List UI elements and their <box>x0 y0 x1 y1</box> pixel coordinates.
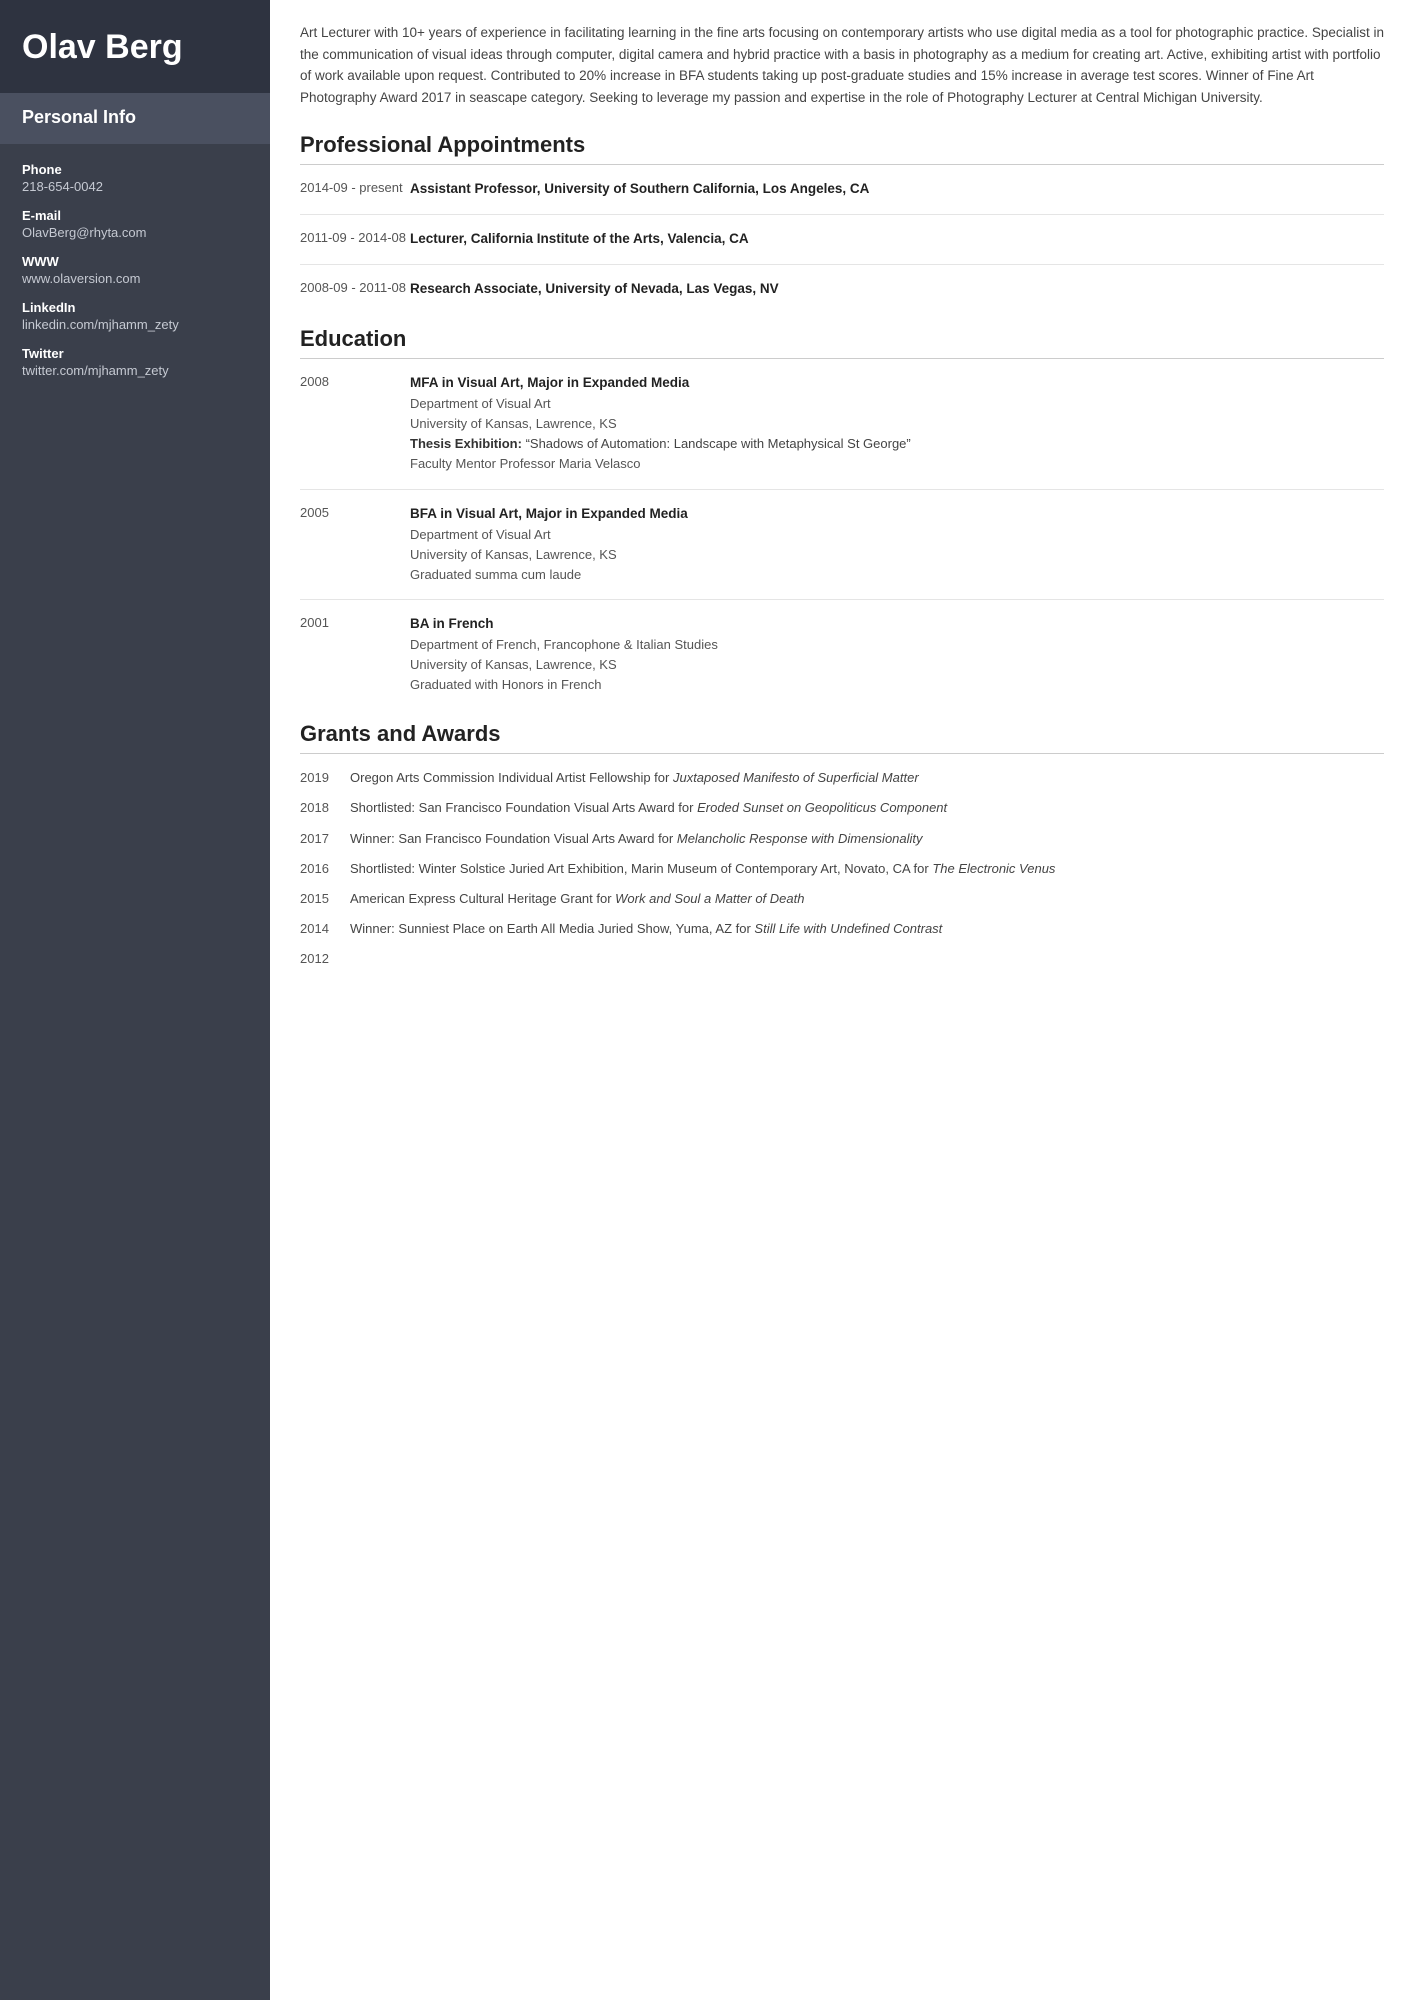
entry-date: 2014-09 - present <box>300 179 410 200</box>
grant-entry: 2018Shortlisted: San Francisco Foundatio… <box>300 798 1384 818</box>
entry-date: 2011-09 - 2014-08 <box>300 229 410 250</box>
entry-date: 2001 <box>300 614 410 695</box>
entry-detail: University of Kansas, Lawrence, KS <box>410 545 1384 565</box>
entry-date: 2008 <box>300 373 410 474</box>
sidebar-field-www: WWW www.olaversion.com <box>22 254 248 286</box>
entry-body: BA in FrenchDepartment of French, Franco… <box>410 614 1384 695</box>
entry-detail: University of Kansas, Lawrence, KS <box>410 414 1384 434</box>
entry-detail: Graduated summa cum laude <box>410 565 1384 585</box>
appointments-title: Professional Appointments <box>300 132 1384 165</box>
grant-year: 2015 <box>300 889 350 909</box>
grant-year: 2014 <box>300 919 350 939</box>
grant-entry: 2014Winner: Sunniest Place on Earth All … <box>300 919 1384 939</box>
field-label: Twitter <box>22 346 248 361</box>
entry-date: 2005 <box>300 504 410 585</box>
candidate-name: Olav Berg <box>22 28 248 67</box>
entry-body: BFA in Visual Art, Major in Expanded Med… <box>410 504 1384 585</box>
appointments-section: Professional Appointments 2014-09 - pres… <box>300 132 1384 300</box>
grant-year: 2012 <box>300 949 350 969</box>
grant-entry: 2017Winner: San Francisco Foundation Vis… <box>300 829 1384 849</box>
education-section: Education 2008MFA in Visual Art, Major i… <box>300 326 1384 695</box>
grant-year: 2017 <box>300 829 350 849</box>
entry-degree-title: BA in French <box>410 614 1384 635</box>
education-entry: 2008MFA in Visual Art, Major in Expanded… <box>300 373 1384 489</box>
education-list: 2008MFA in Visual Art, Major in Expanded… <box>300 373 1384 695</box>
grant-year: 2018 <box>300 798 350 818</box>
grant-year: 2019 <box>300 768 350 788</box>
summary-text: Art Lecturer with 10+ years of experienc… <box>300 22 1384 108</box>
field-label: Phone <box>22 162 248 177</box>
sidebar: Olav Berg Personal Info Phone 218-654-004… <box>0 0 270 2000</box>
entry-detail: University of Kansas, Lawrence, KS <box>410 655 1384 675</box>
sidebar-fields: Phone 218-654-0042 E-mail OlavBerg@rhyta.co… <box>0 144 270 410</box>
field-label: WWW <box>22 254 248 269</box>
grant-entry: 2016Shortlisted: Winter Solstice Juried … <box>300 859 1384 879</box>
sidebar-field-e-mail: E-mail OlavBerg@rhyta.com <box>22 208 248 240</box>
education-entry: 2005BFA in Visual Art, Major in Expanded… <box>300 504 1384 600</box>
appointment-entry: 2008-09 - 2011-08Research Associate, Uni… <box>300 279 1384 300</box>
sidebar-field-linkedin: LinkedIn linkedin.com/mjhamm_zety <box>22 300 248 332</box>
field-label: LinkedIn <box>22 300 248 315</box>
sidebar-field-twitter: Twitter twitter.com/mjhamm_zety <box>22 346 248 378</box>
education-title: Education <box>300 326 1384 359</box>
entry-title: Research Associate, University of Nevada… <box>410 279 1384 300</box>
grant-body: Oregon Arts Commission Individual Artist… <box>350 768 1384 788</box>
grants-title: Grants and Awards <box>300 721 1384 754</box>
grant-year: 2016 <box>300 859 350 879</box>
grants-list: 2019Oregon Arts Commission Individual Ar… <box>300 768 1384 969</box>
appointment-entry: 2014-09 - presentAssistant Professor, Un… <box>300 179 1384 215</box>
entry-detail: Faculty Mentor Professor Maria Velasco <box>410 454 1384 474</box>
field-value: linkedin.com/mjhamm_zety <box>22 317 248 332</box>
entry-detail: Department of Visual Art <box>410 525 1384 545</box>
education-entry: 2001BA in FrenchDepartment of French, Fr… <box>300 614 1384 695</box>
appointments-list: 2014-09 - presentAssistant Professor, Un… <box>300 179 1384 300</box>
personal-info-title: Personal Info <box>22 107 248 128</box>
entry-detail: Graduated with Honors in French <box>410 675 1384 695</box>
grant-body: Shortlisted: San Francisco Foundation Vi… <box>350 798 1384 818</box>
grant-body: Shortlisted: Winter Solstice Juried Art … <box>350 859 1384 879</box>
main-content: Art Lecturer with 10+ years of experienc… <box>270 0 1414 2000</box>
entry-detail: Thesis Exhibition: “Shadows of Automatio… <box>410 434 1384 454</box>
personal-info-header: Personal Info <box>0 93 270 144</box>
field-value: twitter.com/mjhamm_zety <box>22 363 248 378</box>
entry-body: MFA in Visual Art, Major in Expanded Med… <box>410 373 1384 474</box>
sidebar-field-phone: Phone 218-654-0042 <box>22 162 248 194</box>
grant-body: Winner: Sunniest Place on Earth All Medi… <box>350 919 1384 939</box>
field-value: 218-654-0042 <box>22 179 248 194</box>
entry-degree-title: BFA in Visual Art, Major in Expanded Med… <box>410 504 1384 525</box>
grant-entry: 2015American Express Cultural Heritage G… <box>300 889 1384 909</box>
field-label: E-mail <box>22 208 248 223</box>
entry-detail: Department of Visual Art <box>410 394 1384 414</box>
entry-body: Research Associate, University of Nevada… <box>410 279 1384 300</box>
entry-degree-title: MFA in Visual Art, Major in Expanded Med… <box>410 373 1384 394</box>
entry-title: Lecturer, California Institute of the Ar… <box>410 229 1384 250</box>
field-value: www.olaversion.com <box>22 271 248 286</box>
field-value: OlavBerg@rhyta.com <box>22 225 248 240</box>
entry-title: Assistant Professor, University of South… <box>410 179 1384 200</box>
grant-entry: 2019Oregon Arts Commission Individual Ar… <box>300 768 1384 788</box>
entry-detail: Department of French, Francophone & Ital… <box>410 635 1384 655</box>
grant-entry: 2012 <box>300 949 1384 969</box>
grants-section: Grants and Awards 2019Oregon Arts Commis… <box>300 721 1384 969</box>
name-section: Olav Berg <box>0 0 270 93</box>
appointment-entry: 2011-09 - 2014-08Lecturer, California In… <box>300 229 1384 265</box>
grant-body <box>350 949 1384 969</box>
entry-body: Lecturer, California Institute of the Ar… <box>410 229 1384 250</box>
grant-body: American Express Cultural Heritage Grant… <box>350 889 1384 909</box>
entry-date: 2008-09 - 2011-08 <box>300 279 410 300</box>
entry-body: Assistant Professor, University of South… <box>410 179 1384 200</box>
grant-body: Winner: San Francisco Foundation Visual … <box>350 829 1384 849</box>
